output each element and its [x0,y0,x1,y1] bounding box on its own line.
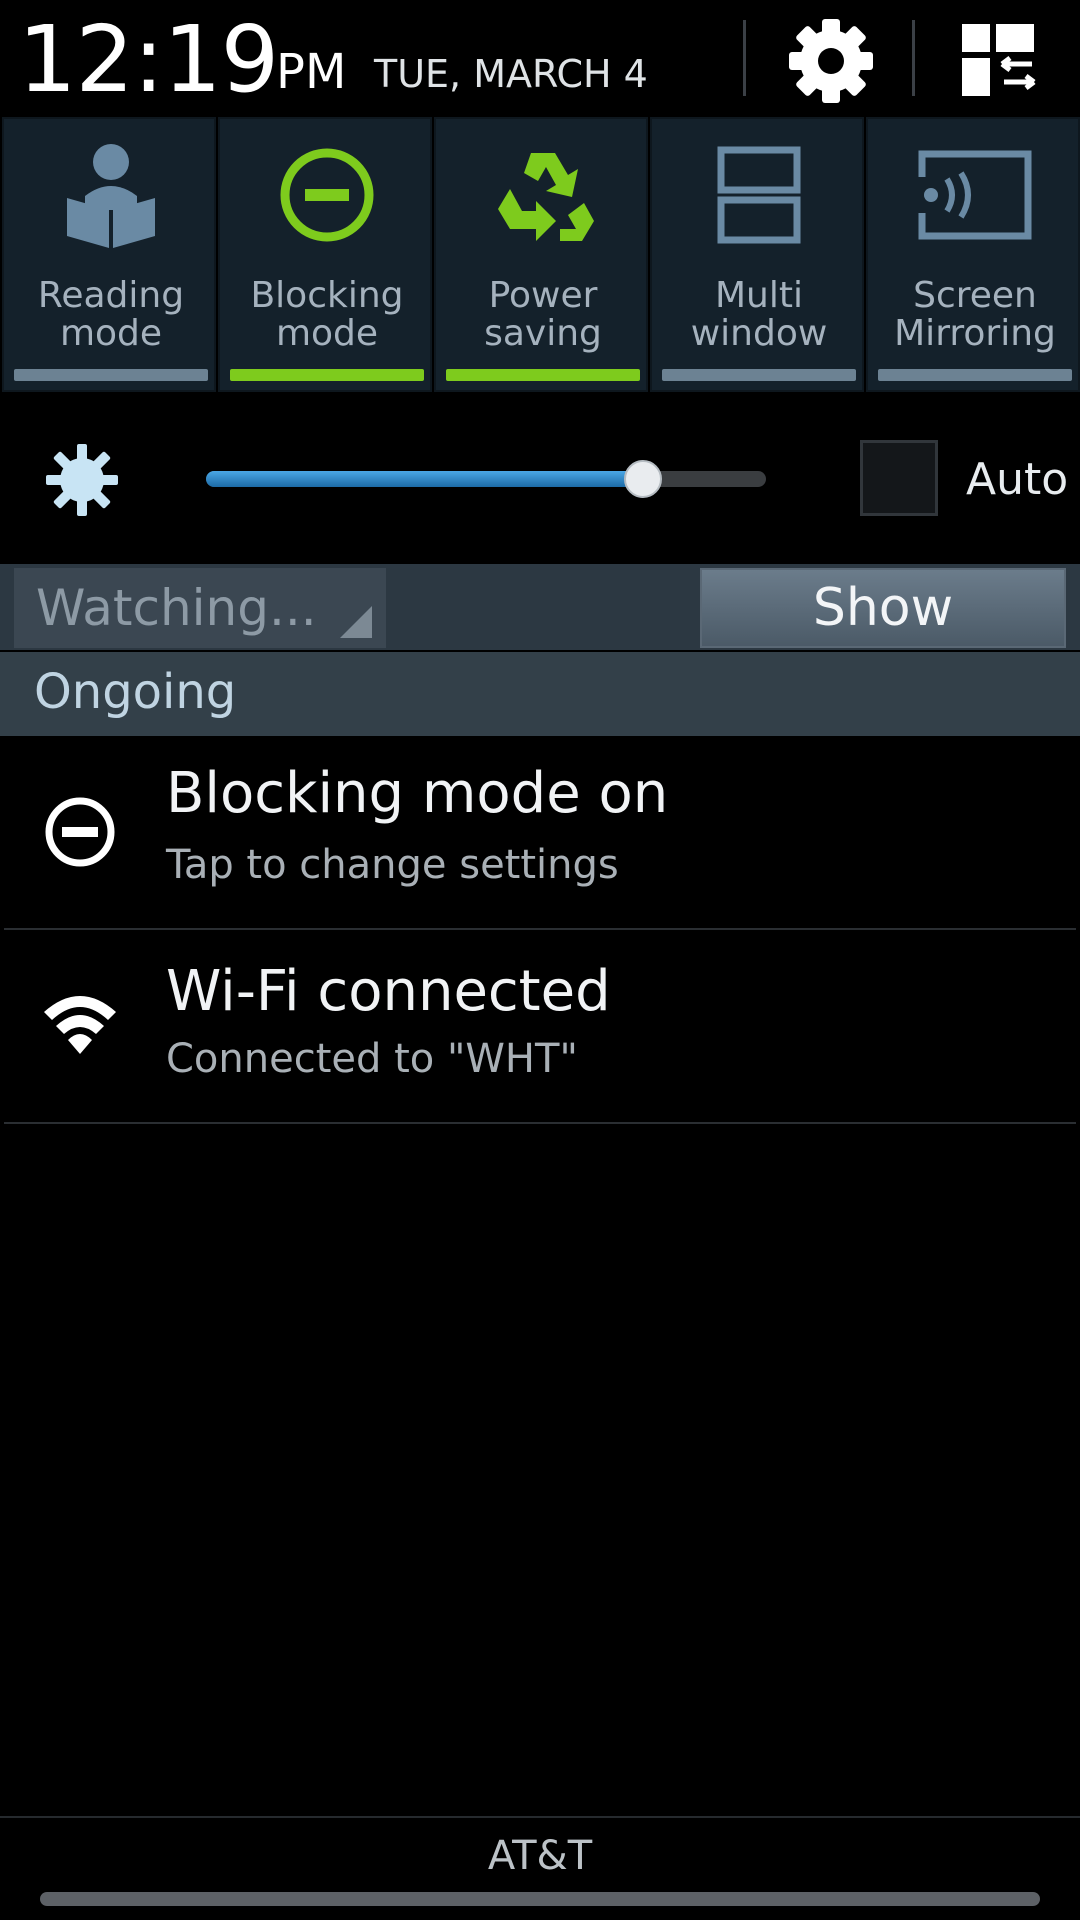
notification-title: Wi-Fi connected [166,959,611,1024]
carrier-label: AT&T [487,1833,593,1879]
notification-subtitle: Tap to change settings [166,842,619,888]
slider-thumb[interactable] [623,460,662,498]
show-button-label: Show [812,578,954,638]
toggle-reading-mode[interactable]: Reading mode [2,117,216,392]
toggle-indicator-off [662,369,856,381]
toggle-power-saving[interactable]: Power saving [434,117,648,392]
notification-subtitle: Connected to "WHT" [166,1036,578,1082]
auto-brightness-label: Auto [966,454,1069,505]
notification-wifi[interactable]: Wi-Fi connected Connected to "WHT" [0,930,1080,1120]
reading-person-icon [67,144,155,248]
notification-blocking-mode[interactable]: Blocking mode on Tap to change settings [0,736,1080,926]
toggle-indicator-on [230,369,424,381]
gear-icon[interactable] [786,16,876,106]
blocking-minus-circle-icon [40,792,120,872]
recycle-icon [498,153,594,241]
toggle-label: Power saving [484,275,602,354]
toggle-indicator-off [878,369,1072,381]
dropdown-triangle-icon [340,606,372,638]
toggle-multi-window[interactable]: Multi window [650,117,864,392]
toggle-indicator-on [446,369,640,381]
toggle-indicator-off [14,369,208,381]
toggle-label: Multi window [690,275,828,354]
quick-settings-grid-icon[interactable] [958,20,1038,100]
brightness-icon [42,440,122,520]
quick-toggles: Reading mode Blocking mode Power saving [0,117,1080,395]
watching-dropdown-value: Watching... [36,579,317,637]
wifi-icon [40,982,120,1062]
screen-mirroring-icon [917,150,1032,240]
divider [912,20,915,96]
status-header: 12:19 PM TUE, MARCH 4 [0,0,1080,115]
brightness-slider[interactable] [206,460,766,498]
watching-dropdown[interactable]: Watching... [14,568,386,648]
show-button[interactable]: Show [700,568,1066,648]
watch-bar: Watching... Show [0,564,1080,650]
divider [0,1816,1080,1818]
date-label: TUE, MARCH 4 [374,52,648,96]
toggle-label: Blocking mode [250,275,404,354]
toggle-label: Screen Mirroring [894,275,1056,354]
blocking-minus-circle-icon [280,148,374,242]
divider [743,20,746,96]
ongoing-section-header: Ongoing [0,652,1080,736]
clock-ampm: PM [276,44,347,100]
divider [4,1122,1076,1124]
clock-time: 12:19 [18,6,279,113]
toggle-blocking-mode[interactable]: Blocking mode [218,117,432,392]
panel-drag-handle[interactable] [40,1892,1040,1906]
ongoing-label: Ongoing [34,664,237,720]
auto-brightness-checkbox[interactable] [860,440,938,516]
notification-title: Blocking mode on [166,761,669,826]
slider-fill [206,471,643,487]
toggle-screen-mirroring[interactable]: Screen Mirroring [866,117,1080,392]
toggle-label: Reading mode [37,275,185,354]
multi-window-icon [717,146,801,244]
